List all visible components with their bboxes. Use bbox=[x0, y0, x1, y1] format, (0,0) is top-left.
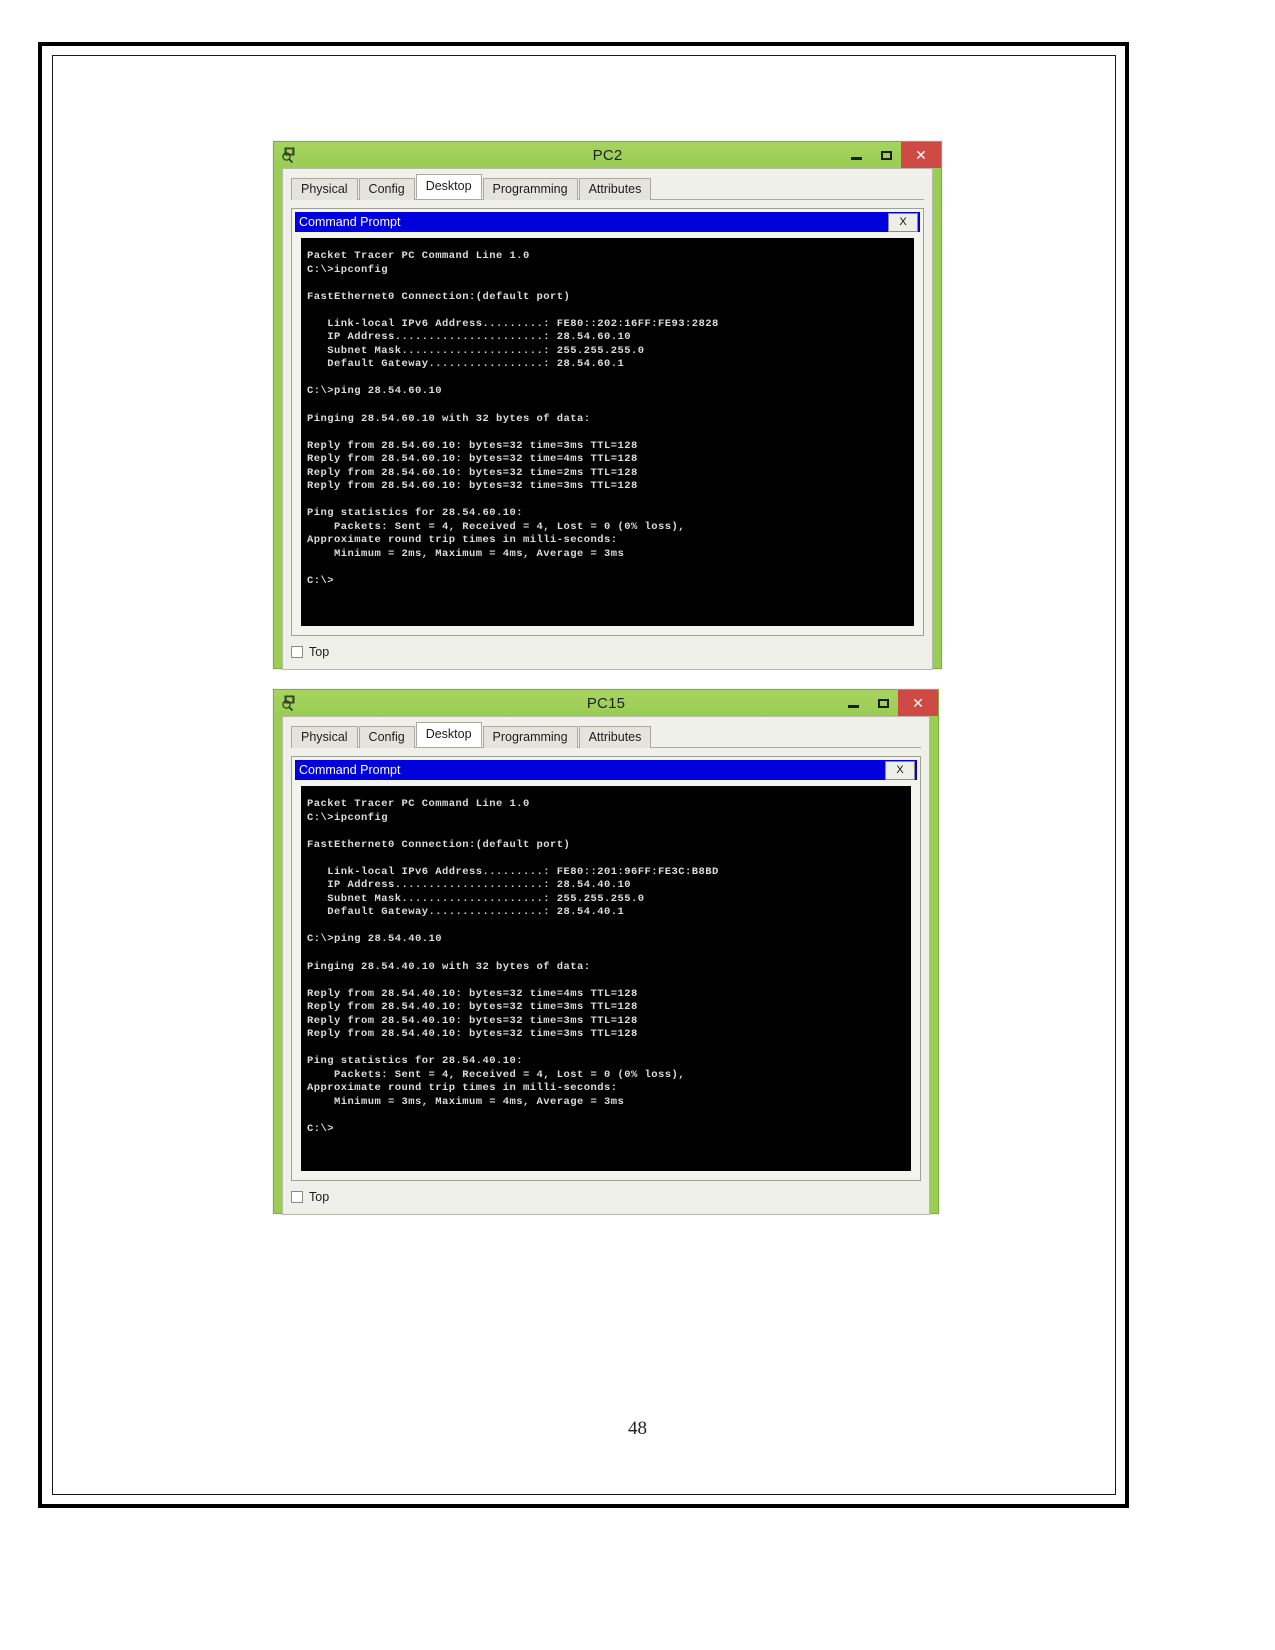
tab-programming[interactable]: Programming bbox=[482, 178, 578, 200]
command-prompt-title: Command Prompt bbox=[299, 215, 401, 229]
terminal-output[interactable]: Packet Tracer PC Command Line 1.0 C:\>ip… bbox=[301, 786, 911, 1171]
close-button[interactable]: ✕ bbox=[898, 690, 938, 716]
window-controls[interactable]: ✕ bbox=[838, 690, 938, 716]
command-prompt-close-button[interactable]: X bbox=[885, 760, 915, 780]
terminal-wrap: Packet Tracer PC Command Line 1.0 C:\>ip… bbox=[295, 780, 917, 1177]
tabstrip-pc15[interactable]: Physical Config Desktop Programming Attr… bbox=[291, 722, 921, 748]
tab-attributes[interactable]: Attributes bbox=[578, 178, 652, 200]
packet-tracer-pc-icon bbox=[281, 146, 299, 164]
tab-config[interactable]: Config bbox=[358, 178, 415, 200]
top-checkbox[interactable] bbox=[291, 1191, 303, 1203]
command-prompt-close-button[interactable]: X bbox=[888, 212, 918, 232]
command-prompt-titlebar[interactable]: Command Prompt X bbox=[295, 212, 920, 232]
terminal-wrap: Packet Tracer PC Command Line 1.0 C:\>ip… bbox=[295, 232, 920, 632]
tab-programming[interactable]: Programming bbox=[482, 726, 578, 748]
close-button[interactable]: ✕ bbox=[901, 142, 941, 168]
tab-physical[interactable]: Physical bbox=[291, 178, 358, 200]
command-prompt-panel-pc2: Command Prompt X Packet Tracer PC Comman… bbox=[291, 208, 924, 636]
minimize-button[interactable] bbox=[841, 142, 871, 168]
page-number: 48 bbox=[628, 1418, 647, 1439]
tab-desktop[interactable]: Desktop bbox=[415, 174, 482, 199]
footer-pc15: Top bbox=[291, 1190, 921, 1204]
tab-config[interactable]: Config bbox=[358, 726, 415, 748]
window-body-pc2: Physical Config Desktop Programming Attr… bbox=[282, 168, 933, 670]
command-prompt-panel-pc15: Command Prompt X Packet Tracer PC Comman… bbox=[291, 756, 921, 1181]
top-checkbox-label: Top bbox=[309, 1190, 330, 1204]
maximize-button[interactable] bbox=[868, 690, 898, 716]
titlebar-pc15[interactable]: PC15 ✕ bbox=[274, 690, 938, 716]
window-controls[interactable]: ✕ bbox=[841, 142, 941, 168]
window-pc2[interactable]: PC2 ✕ Physical Config Desktop Programmin… bbox=[273, 141, 942, 670]
tab-desktop[interactable]: Desktop bbox=[415, 722, 482, 747]
tabstrip-pc2[interactable]: Physical Config Desktop Programming Attr… bbox=[291, 174, 924, 200]
minimize-button[interactable] bbox=[838, 690, 868, 716]
window-body-pc15: Physical Config Desktop Programming Attr… bbox=[282, 716, 930, 1215]
terminal-output[interactable]: Packet Tracer PC Command Line 1.0 C:\>ip… bbox=[301, 238, 914, 626]
command-prompt-titlebar[interactable]: Command Prompt X bbox=[295, 760, 917, 780]
window-pc15[interactable]: PC15 ✕ Physical Config Desktop Programmi… bbox=[273, 689, 939, 1215]
titlebar-pc2[interactable]: PC2 ✕ bbox=[274, 142, 941, 168]
footer-pc2: Top bbox=[291, 645, 924, 659]
packet-tracer-pc-icon bbox=[281, 694, 299, 712]
tab-attributes[interactable]: Attributes bbox=[578, 726, 652, 748]
tab-physical[interactable]: Physical bbox=[291, 726, 358, 748]
maximize-button[interactable] bbox=[871, 142, 901, 168]
command-prompt-title: Command Prompt bbox=[299, 763, 401, 777]
top-checkbox[interactable] bbox=[291, 646, 303, 658]
top-checkbox-label: Top bbox=[309, 645, 330, 659]
